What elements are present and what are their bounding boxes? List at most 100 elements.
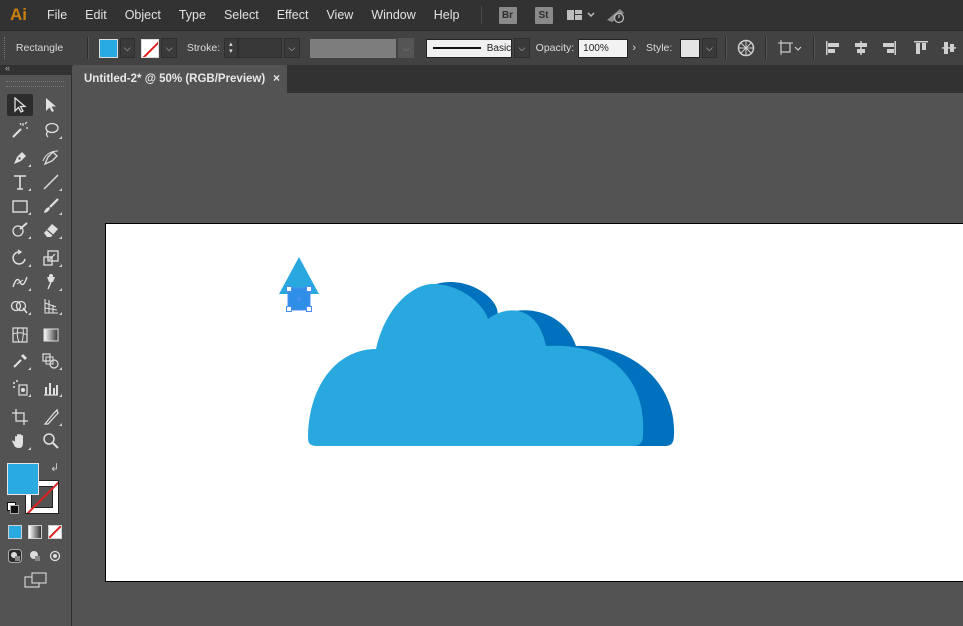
stroke-weight-dropdown-button[interactable]: ⌵ <box>284 38 300 58</box>
recolor-artwork-icon[interactable] <box>737 39 755 57</box>
stroke-color-swatch[interactable] <box>141 38 160 58</box>
horizontal-align-center-icon[interactable] <box>853 40 869 56</box>
shaper-tool-icon[interactable] <box>7 219 33 241</box>
brush-definition[interactable]: Basic <box>425 38 513 58</box>
menu-select[interactable]: Select <box>215 8 268 22</box>
tools-panel-grip[interactable] <box>6 81 64 87</box>
control-bar-grip[interactable] <box>4 37 8 59</box>
lasso-tool-icon[interactable] <box>38 119 64 141</box>
magic-wand-tool-icon[interactable] <box>7 119 33 141</box>
draw-normal-icon[interactable] <box>8 549 22 566</box>
horizontal-align-right-icon[interactable] <box>881 40 897 56</box>
direct-selection-tool-icon[interactable] <box>38 94 64 116</box>
canvas-area[interactable] <box>73 93 963 626</box>
menu-object[interactable]: Object <box>116 8 170 22</box>
rectangle-tool-icon[interactable] <box>7 195 33 217</box>
artboard-tool-icon[interactable] <box>7 406 33 428</box>
stroke-color-dropdown-button[interactable]: ⌵ <box>161 38 177 58</box>
variable-width-profile[interactable] <box>309 38 397 58</box>
draw-inside-icon[interactable] <box>48 549 62 566</box>
tool-flyout-indicator <box>28 447 31 450</box>
menu-help[interactable]: Help <box>425 8 469 22</box>
fill-color-swatch[interactable] <box>99 38 118 58</box>
blend-tool-icon[interactable] <box>38 350 64 372</box>
artboard[interactable] <box>105 223 963 582</box>
gpu-performance-icon[interactable] <box>604 6 628 24</box>
eraser-tool-icon[interactable] <box>38 219 64 241</box>
paintbrush-tool-icon[interactable] <box>38 195 64 217</box>
brush-dropdown-button[interactable]: ⌵ <box>514 38 530 58</box>
horizontal-align-left-icon[interactable] <box>825 40 841 56</box>
color-mode-button[interactable] <box>8 525 22 539</box>
style-dropdown-button[interactable]: ⌵ <box>701 38 718 58</box>
opacity-arrow-button[interactable]: › <box>628 39 640 58</box>
change-screen-mode-icon[interactable] <box>24 572 48 591</box>
selection-tool-icon[interactable] <box>7 94 33 116</box>
workspace-switcher-icon[interactable] <box>566 8 596 22</box>
width-tool-icon[interactable] <box>7 271 33 293</box>
close-document-icon[interactable]: × <box>273 71 280 85</box>
brush-label: Basic <box>486 42 512 54</box>
gradient-tool-icon[interactable] <box>38 324 64 346</box>
tool-flyout-indicator <box>28 236 31 239</box>
tool-flyout-indicator <box>28 367 31 370</box>
line-segment-tool-icon[interactable] <box>38 171 64 193</box>
none-mode-button[interactable] <box>48 525 62 539</box>
divider <box>87 37 90 59</box>
document-tab[interactable]: Untitled-2* @ 50% (RGB/Preview) × <box>73 65 287 93</box>
menu-type[interactable]: Type <box>170 8 215 22</box>
cloud-shape <box>308 283 644 446</box>
perspective-grid-tool-icon[interactable] <box>38 295 64 317</box>
artwork <box>279 257 675 446</box>
stock-button[interactable]: St <box>534 6 553 24</box>
vertical-align-top-icon[interactable] <box>913 40 929 56</box>
menu-effect[interactable]: Effect <box>268 8 318 22</box>
variable-width-dropdown-button[interactable]: ⌵ <box>398 38 414 58</box>
collapse-panel-button[interactable]: « <box>5 63 10 73</box>
menu-window[interactable]: Window <box>362 8 424 22</box>
app-logo: Ai <box>10 5 27 24</box>
stroke-weight-input[interactable] <box>237 38 283 58</box>
divider <box>765 37 768 59</box>
align-to-selection-icon[interactable] <box>777 39 803 57</box>
gradient-mode-button[interactable] <box>28 525 42 539</box>
document-tab-bar: Untitled-2* @ 50% (RGB/Preview) × <box>73 65 963 93</box>
eyedropper-tool-icon[interactable] <box>7 350 33 372</box>
symbol-sprayer-tool-icon[interactable] <box>7 377 33 399</box>
tool-flyout-indicator <box>28 264 31 267</box>
hand-tool-icon[interactable] <box>7 430 33 452</box>
pen-tool-icon[interactable] <box>7 147 33 169</box>
tool-flyout-indicator <box>59 264 62 267</box>
bridge-button[interactable]: Br <box>498 6 517 24</box>
zoom-tool-icon[interactable] <box>38 430 64 452</box>
draw-behind-icon[interactable] <box>28 549 42 566</box>
rotate-tool-icon[interactable] <box>7 247 33 269</box>
menu-file[interactable]: File <box>37 8 76 22</box>
opacity-input[interactable]: 100% <box>578 38 629 58</box>
tool-flyout-indicator <box>28 288 31 291</box>
menu-view[interactable]: View <box>317 8 362 22</box>
curvature-tool-icon[interactable] <box>38 147 64 169</box>
shape-builder-tool-icon[interactable] <box>7 295 33 317</box>
menu-separator <box>480 6 482 24</box>
tool-flyout-indicator <box>59 288 62 291</box>
opacity-label[interactable]: Opacity: <box>536 42 575 54</box>
tool-flyout-indicator <box>59 423 62 426</box>
column-graph-tool-icon[interactable] <box>38 377 64 399</box>
slice-tool-icon[interactable] <box>38 406 64 428</box>
puppet-warp-tool-icon[interactable] <box>38 271 64 293</box>
type-tool-icon[interactable] <box>7 171 33 193</box>
tool-flyout-indicator <box>28 212 31 215</box>
tool-flyout-indicator <box>59 394 62 397</box>
default-fill-stroke-icon[interactable] <box>7 502 19 514</box>
menu-edit[interactable]: Edit <box>76 8 116 22</box>
divider <box>813 37 816 59</box>
vertical-align-center-icon[interactable] <box>941 40 957 56</box>
stroke-weight-stepper[interactable]: ▴ ▾ <box>224 38 238 58</box>
swap-fill-stroke-icon[interactable]: ↲ <box>50 461 59 474</box>
fill-dropdown-button[interactable]: ⌵ <box>119 38 135 58</box>
fill-indicator[interactable] <box>7 463 39 495</box>
scale-tool-icon[interactable] <box>38 247 64 269</box>
graphic-style-swatch[interactable] <box>680 38 700 58</box>
mesh-tool-icon[interactable] <box>7 324 33 346</box>
